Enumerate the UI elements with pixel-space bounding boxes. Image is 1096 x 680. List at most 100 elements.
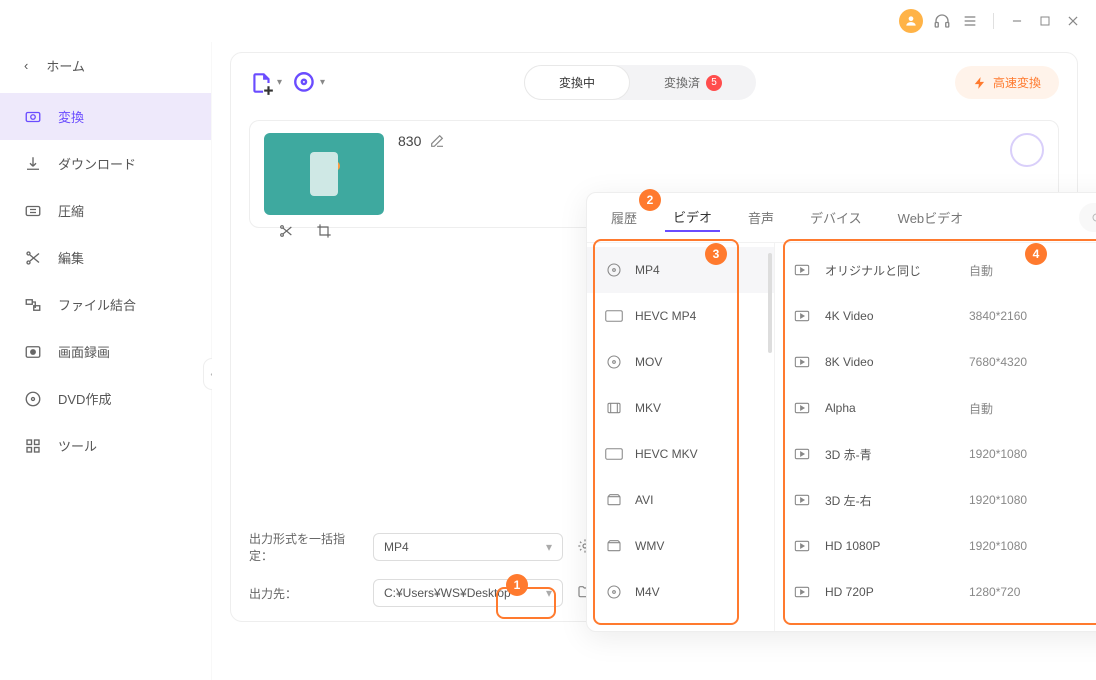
- tab-video[interactable]: ビデオ: [665, 203, 720, 232]
- format-popup: 履歴 ビデオ 音声 デバイス Webビデオ 検索 MP4 HEVC MP4 MO…: [586, 192, 1096, 632]
- preset-item[interactable]: オリジナルと同じ自動: [775, 247, 1096, 293]
- merge-icon: [24, 296, 42, 314]
- close-icon[interactable]: [1064, 12, 1082, 30]
- tab-device[interactable]: デバイス: [802, 204, 870, 231]
- hevc-icon: [605, 307, 623, 325]
- video-icon: [793, 307, 811, 325]
- hevc-icon: [605, 445, 623, 463]
- tools-icon: [24, 437, 42, 455]
- preset-item[interactable]: 8K Video7680*4320: [775, 339, 1096, 385]
- video-icon: [793, 261, 811, 279]
- format-item-hevc-mp4[interactable]: HEVC MP4: [587, 293, 774, 339]
- dest-select[interactable]: C:¥Users¥WS¥Desktop▾: [373, 579, 563, 607]
- badge-1: 1: [506, 574, 528, 596]
- sidebar-item-compress[interactable]: 圧縮: [0, 187, 211, 234]
- rename-icon[interactable]: [429, 133, 445, 149]
- sidebar-item-dvd[interactable]: DVD作成: [0, 375, 211, 422]
- trim-icon[interactable]: [278, 223, 294, 244]
- format-target[interactable]: [1010, 133, 1044, 167]
- compress-icon: [24, 202, 42, 220]
- sidebar-item-label: 画面録画: [58, 342, 110, 361]
- preset-item[interactable]: Alpha自動: [775, 385, 1096, 431]
- tab-history[interactable]: 履歴: [603, 204, 645, 231]
- sidebar-item-label: 圧縮: [58, 201, 84, 220]
- video-icon: [793, 537, 811, 555]
- scissors-icon: [24, 249, 42, 267]
- content: ▾ ▾ 変換中 変換済5 高速変換 830: [212, 42, 1096, 680]
- headset-icon[interactable]: [933, 12, 951, 30]
- download-icon: [24, 155, 42, 173]
- tab-converted[interactable]: 変換済5: [630, 65, 756, 100]
- preset-item[interactable]: 4K Video3840*2160: [775, 293, 1096, 339]
- disc-icon: [605, 583, 623, 601]
- sidebar-item-record[interactable]: 画面録画: [0, 328, 211, 375]
- sidebar-item-label: ダウンロード: [58, 154, 136, 173]
- video-icon: [793, 491, 811, 509]
- tab-audio[interactable]: 音声: [740, 204, 782, 231]
- sidebar-item-download[interactable]: ダウンロード: [0, 140, 211, 187]
- sidebar-item-tools[interactable]: ツール: [0, 422, 211, 469]
- format-item-mkv[interactable]: MKV: [587, 385, 774, 431]
- badge-2: 2: [639, 189, 661, 211]
- record-icon: [24, 343, 42, 361]
- sidebar-item-label: ツール: [58, 436, 97, 455]
- preset-list: オリジナルと同じ自動 4K Video3840*2160 8K Video768…: [775, 243, 1096, 631]
- preset-item[interactable]: 3D 赤-青1920*1080: [775, 431, 1096, 477]
- fast-convert-button[interactable]: 高速変換: [955, 66, 1059, 99]
- preset-item[interactable]: 3D 左-右1920*1080: [775, 477, 1096, 523]
- format-item-avi[interactable]: AVI: [587, 477, 774, 523]
- video-thumbnail[interactable]: [264, 133, 384, 215]
- scrollbar[interactable]: [768, 253, 772, 353]
- video-icon: [793, 399, 811, 417]
- video-icon: [793, 445, 811, 463]
- sidebar: ‹ ホーム 変換 ダウンロード 圧縮 編集 ファイル結合 画面録画 DVD作成 …: [0, 42, 212, 680]
- sidebar-item-label: ファイル結合: [58, 295, 136, 314]
- search-input[interactable]: 検索: [1079, 203, 1096, 232]
- film-icon: [605, 399, 623, 417]
- crop-icon[interactable]: [316, 223, 332, 244]
- disc-icon: [605, 261, 623, 279]
- format-list: MP4 HEVC MP4 MOV MKV HEVC MKV AVI WMV M4…: [587, 243, 775, 631]
- badge-3: 3: [705, 243, 727, 265]
- dvd-icon: [24, 390, 42, 408]
- preset-item[interactable]: HD 1080P1920*1080: [775, 523, 1096, 569]
- format-item-wmv[interactable]: WMV: [587, 523, 774, 569]
- home-label: ホーム: [46, 56, 85, 75]
- sidebar-item-edit[interactable]: 編集: [0, 234, 211, 281]
- converted-count: 5: [706, 75, 722, 91]
- convert-icon: [24, 108, 42, 126]
- sidebar-item-convert[interactable]: 変換: [0, 93, 211, 140]
- home-back[interactable]: ‹ ホーム: [0, 48, 211, 83]
- dest-label: 出力先：: [249, 585, 359, 602]
- sidebar-item-label: DVD作成: [58, 389, 111, 408]
- disc-icon: [605, 353, 623, 371]
- sidebar-item-merge[interactable]: ファイル結合: [0, 281, 211, 328]
- add-dvd-button[interactable]: ▾: [292, 70, 325, 96]
- sidebar-item-label: 変換: [58, 107, 84, 126]
- format-item-m4v[interactable]: M4V: [587, 569, 774, 615]
- minimize-icon[interactable]: [1008, 12, 1026, 30]
- tab-converting[interactable]: 変換中: [524, 65, 630, 100]
- titlebar: [0, 0, 1096, 42]
- chevron-left-icon: ‹: [24, 58, 28, 73]
- badge-4: 4: [1025, 243, 1047, 265]
- search-icon: [1091, 212, 1096, 224]
- format-item-mov[interactable]: MOV: [587, 339, 774, 385]
- film-icon: [605, 537, 623, 555]
- video-title: 830: [398, 133, 445, 149]
- avatar-icon[interactable]: [899, 9, 923, 33]
- video-icon: [793, 353, 811, 371]
- video-icon: [793, 583, 811, 601]
- menu-icon[interactable]: [961, 12, 979, 30]
- status-segment: 変換中 変換済5: [524, 65, 756, 100]
- maximize-icon[interactable]: [1036, 12, 1054, 30]
- format-item-mp4[interactable]: MP4: [587, 247, 774, 293]
- tab-webvideo[interactable]: Webビデオ: [890, 204, 972, 231]
- preset-item[interactable]: HD 720P1280*720: [775, 569, 1096, 615]
- format-label: 出力形式を一括指定：: [249, 530, 359, 564]
- sidebar-item-label: 編集: [58, 248, 84, 267]
- format-select[interactable]: MP4▾: [373, 533, 563, 561]
- film-icon: [605, 491, 623, 509]
- format-item-hevc-mkv[interactable]: HEVC MKV: [587, 431, 774, 477]
- add-file-button[interactable]: ▾: [249, 70, 282, 96]
